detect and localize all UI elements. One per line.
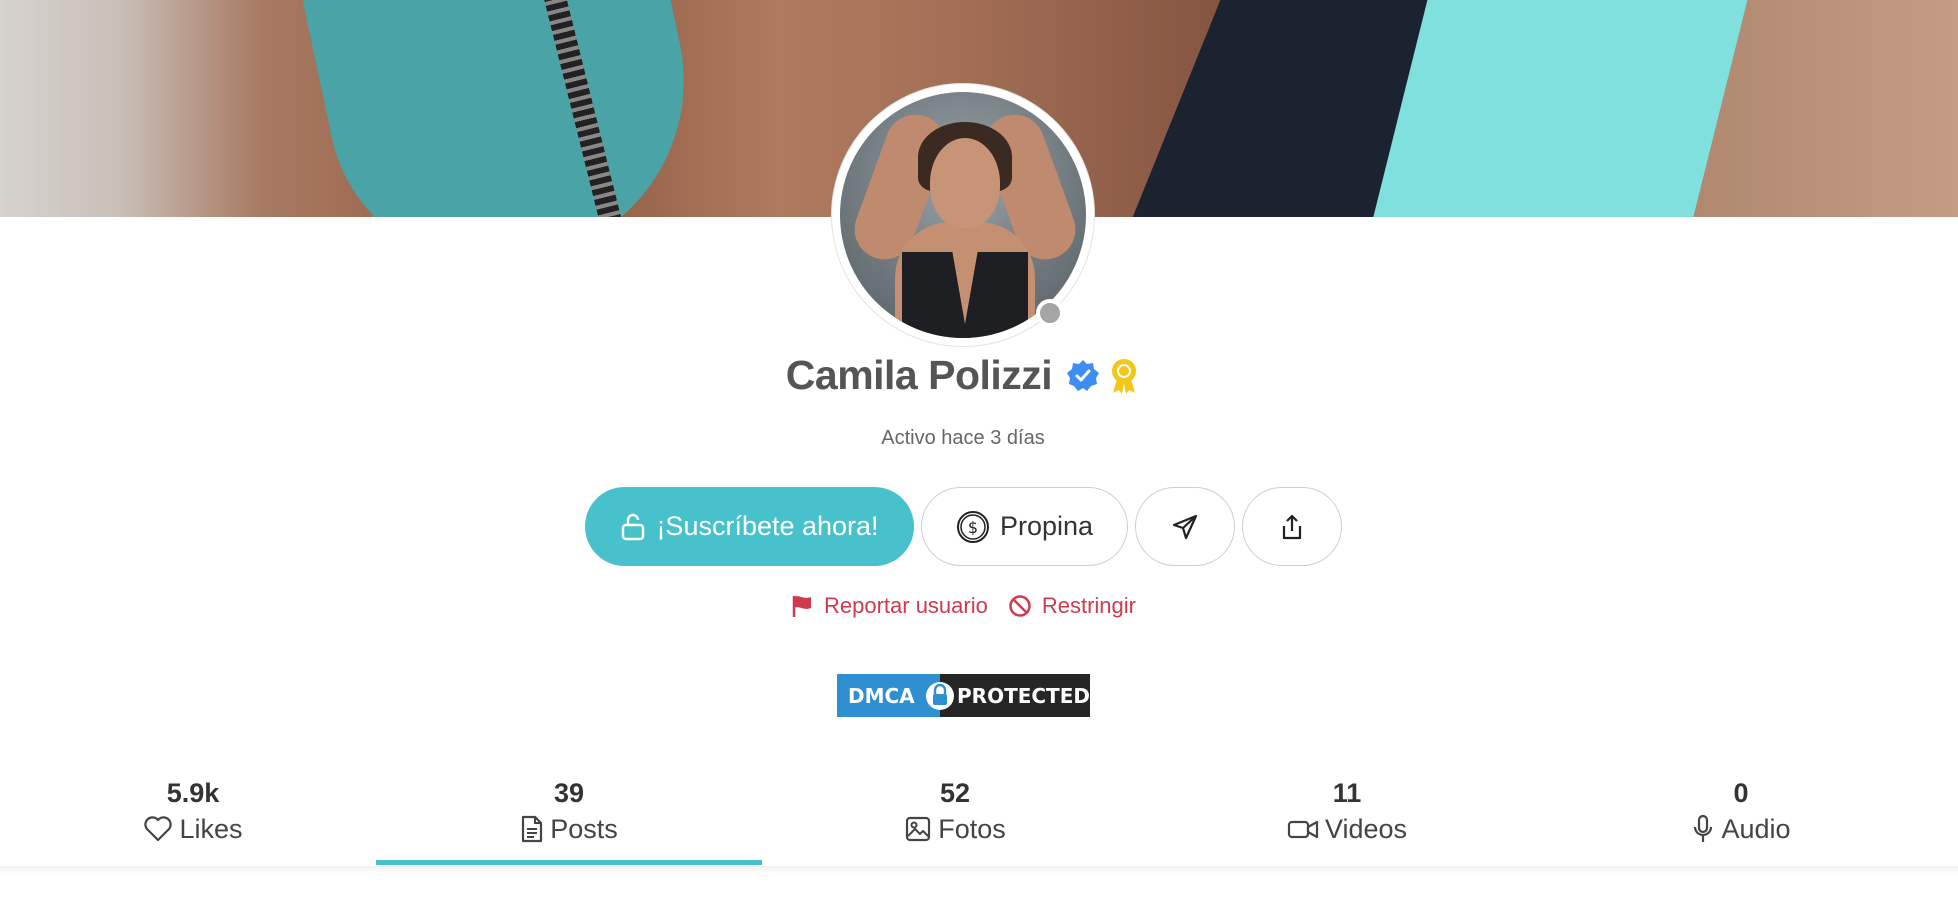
profile-stats-tabs: 5.9k Likes 39 Posts 52 Fotos 11 Videos 0… bbox=[0, 774, 1958, 870]
tab-videos[interactable]: 11 Videos bbox=[1154, 774, 1540, 846]
report-user-label: Reportar usuario bbox=[823, 593, 988, 618]
subscribe-label: ¡Suscríbete ahora! bbox=[656, 511, 879, 541]
tab-audio[interactable]: 0 Audio bbox=[1548, 774, 1934, 846]
likes-count: 5.9k bbox=[166, 778, 220, 808]
flag-icon bbox=[792, 596, 811, 617]
videos-count: 11 bbox=[1332, 778, 1362, 808]
last-active-status: Activo hace 3 días bbox=[881, 427, 1045, 449]
heart-icon bbox=[144, 816, 173, 842]
likes-label: Likes bbox=[179, 814, 243, 844]
restrict-label: Restringir bbox=[1041, 593, 1136, 618]
tip-label: Propina bbox=[999, 511, 1094, 541]
fotos-count: 52 bbox=[939, 778, 971, 808]
video-icon bbox=[1287, 820, 1319, 839]
audio-count: 0 bbox=[1733, 778, 1749, 808]
fotos-label: Fotos bbox=[938, 814, 1006, 844]
protected-label: PROTECTED bbox=[957, 674, 1090, 717]
posts-count: 39 bbox=[553, 778, 585, 808]
share-icon bbox=[1282, 514, 1302, 539]
send-message-button[interactable] bbox=[1135, 487, 1235, 566]
tab-posts[interactable]: 39 Posts bbox=[376, 774, 762, 846]
tip-button[interactable]: $ Propina bbox=[921, 487, 1128, 566]
document-icon bbox=[522, 815, 543, 843]
profile-name: Camila Polizzi bbox=[785, 352, 1053, 398]
dmca-label: DMCA bbox=[837, 674, 923, 717]
tabs-divider bbox=[0, 866, 1958, 874]
microphone-icon bbox=[1694, 814, 1713, 842]
restrict-link[interactable]: Restringir bbox=[1008, 593, 1136, 619]
active-tab-indicator bbox=[376, 860, 762, 865]
report-user-link[interactable]: Reportar usuario bbox=[790, 593, 988, 619]
verified-badge-icon bbox=[1067, 359, 1100, 391]
dmca-protected-badge[interactable]: DMCA PROTECTED bbox=[837, 674, 1090, 717]
cover-swimsuit-right bbox=[1362, 0, 1758, 217]
action-bar: ¡Suscríbete ahora! $ Propina bbox=[0, 487, 1926, 567]
audio-label: Audio bbox=[1721, 814, 1791, 844]
unlock-icon bbox=[622, 513, 645, 540]
award-badge-icon bbox=[1112, 358, 1137, 394]
dmca-lock-icon bbox=[923, 674, 957, 717]
paper-plane-icon bbox=[1172, 514, 1198, 539]
share-button[interactable] bbox=[1242, 487, 1342, 566]
subscribe-button[interactable]: ¡Suscríbete ahora! bbox=[585, 487, 914, 566]
tab-likes[interactable]: 5.9k Likes bbox=[0, 774, 386, 846]
online-status-dot bbox=[1036, 299, 1064, 327]
posts-label: Posts bbox=[550, 814, 618, 844]
svg-text:$: $ bbox=[968, 518, 978, 537]
block-icon bbox=[1009, 595, 1031, 617]
profile-header: Camila Polizzi bbox=[0, 352, 1926, 399]
dollar-coin-icon: $ bbox=[956, 510, 989, 543]
tab-fotos[interactable]: 52 Fotos bbox=[762, 774, 1148, 846]
videos-label: Videos bbox=[1324, 814, 1408, 844]
cover-swimsuit-left bbox=[302, 0, 718, 217]
image-icon bbox=[906, 816, 931, 842]
moderation-links: Reportar usuario Restringir bbox=[0, 593, 1926, 619]
